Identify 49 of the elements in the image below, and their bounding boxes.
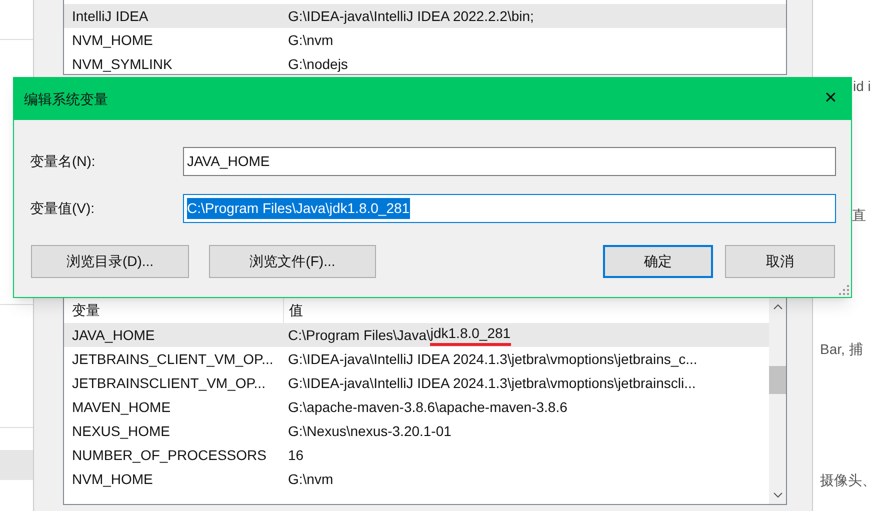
background-text: 直 [852, 206, 866, 225]
scroll-up-icon[interactable] [772, 304, 782, 310]
field-label: 变量值(V): [30, 199, 96, 218]
table-cell-text: JAVA_HOME [71, 326, 156, 345]
dialog-button[interactable]: 取消 [725, 245, 835, 278]
table-cell-text: G:\nodejs [287, 54, 348, 74]
list-row[interactable]: IntelliJ IDEA G:\IDEA-java\IntelliJ IDEA 2022.2.2\bin; [64, 4, 786, 28]
input-field[interactable]: JAVA_HOME [183, 147, 836, 176]
table-cell-text: G:\IDEA-java\IntelliJ IDEA 2024.1.3\jetbra\vmoptions\jetbrains_c... [287, 350, 698, 369]
dialog-title: 编辑系统变量 [24, 90, 108, 108]
table-cell-text: NVM_HOME [71, 470, 154, 489]
table-cell-text: MAVEN_HOME [71, 398, 172, 417]
table-cell-text: G:\IDEA-java\IntelliJ IDEA 2022.2.2\bin; [287, 6, 534, 26]
list-row[interactable]: JETBRAINS_CLIENT_VM_OP... G:\IDEA-java\IntelliJ IDEA 2024.1.3\jetbra\vmoptions\jetbrains_c... [64, 347, 771, 371]
dialog-button[interactable]: 浏览目录(D)... [31, 245, 189, 278]
table-cell-text: 16 [287, 446, 304, 464]
table-cell-text: G:\nvm [287, 470, 334, 488]
background-text: 摄像头、 [820, 471, 873, 490]
table-cell: C:\Program Files\Java\jdk1.8.0_281 [284, 324, 511, 346]
table-cell-text: NUMBER_OF_PROCESSORS [71, 446, 268, 465]
table-cell-text: IntelliJ IDEA [71, 6, 150, 26]
table-cell-text: G:\apache-maven-3.8.6\apache-maven-3.8.6 [287, 398, 568, 417]
input-field[interactable]: C:\Program Files\Java\jdk1.8.0_281 [183, 194, 836, 223]
list-row[interactable]: JAVA_HOME C:\Program Files\Java\jdk1.8.0_281 [64, 323, 771, 347]
resize-grip-icon[interactable] [839, 285, 849, 295]
table-cell-text: NEXUS_HOME [71, 422, 172, 441]
background-text: Bar, 捕 [820, 340, 863, 359]
close-button[interactable]: ✕ [824, 91, 837, 107]
background-text: id i [853, 77, 871, 96]
field-label: 变量名(N): [30, 152, 96, 171]
list-row[interactable]: NUMBER_OF_PROCESSORS 16 [64, 443, 771, 467]
column-header[interactable]: 值 [284, 298, 303, 323]
list-row[interactable]: NVM_HOME G:\nvm [64, 28, 786, 52]
scrollbar-thumb[interactable] [769, 366, 786, 394]
list-row[interactable]: NEXUS_HOME G:\Nexus\nexus-3.20.1-01 [64, 419, 771, 443]
table-cell-text: NVM_HOME [71, 30, 154, 50]
dialog-button[interactable]: 浏览文件(F)... [209, 245, 376, 278]
list-row[interactable]: NVM_HOME G:\nvm [64, 467, 771, 491]
table-cell-text: NVM_SYMLINK [71, 54, 174, 74]
table-cell-text: JETBRAINS_CLIENT_VM_OP... [71, 350, 274, 369]
scroll-down-icon[interactable] [772, 492, 782, 498]
table-cell-text: G:\nvm [287, 30, 334, 50]
table-cell-text: JETBRAINSCLIENT_VM_OP... [71, 374, 266, 393]
dialog-button[interactable]: 确定 [603, 245, 713, 278]
table-cell-text: G:\Nexus\nexus-3.20.1-01 [287, 422, 452, 440]
list-row[interactable]: NVM_SYMLINK G:\nodejs [64, 52, 786, 74]
list-row[interactable]: JETBRAINSCLIENT_VM_OP... G:\IDEA-java\IntelliJ IDEA 2024.1.3\jetbra\vmoptions\jetbrainscli... [64, 371, 771, 395]
table-cell-text: G:\IDEA-java\IntelliJ IDEA 2024.1.3\jetbra\vmoptions\jetbrainscli... [287, 374, 696, 393]
list-row[interactable]: MAVEN_HOME G:\apache-maven-3.8.6\apache-maven-3.8.6 [64, 395, 771, 419]
